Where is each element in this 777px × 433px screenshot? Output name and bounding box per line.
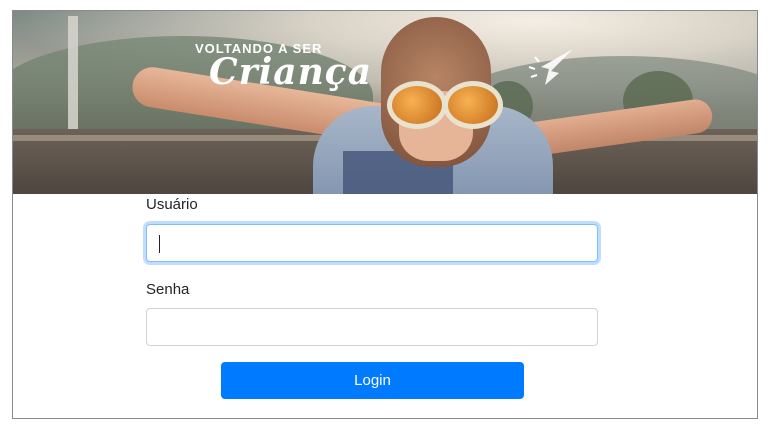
login-container: VOLTANDO A SER Criança: [12, 10, 758, 419]
banner-pole: [68, 16, 78, 136]
text-cursor: [159, 235, 160, 253]
username-input[interactable]: [146, 224, 598, 262]
arrow-pointer-icon: [528, 49, 573, 85]
banner-title: Criança: [209, 51, 373, 93]
hero-banner-image: VOLTANDO A SER Criança: [13, 11, 757, 194]
goggle-lens-left: [387, 81, 447, 129]
goggle-lens-right: [443, 81, 503, 129]
password-input[interactable]: [146, 308, 598, 346]
password-label: Senha: [146, 281, 190, 298]
login-button[interactable]: Login: [221, 362, 524, 399]
username-label: Usuário: [146, 196, 198, 213]
